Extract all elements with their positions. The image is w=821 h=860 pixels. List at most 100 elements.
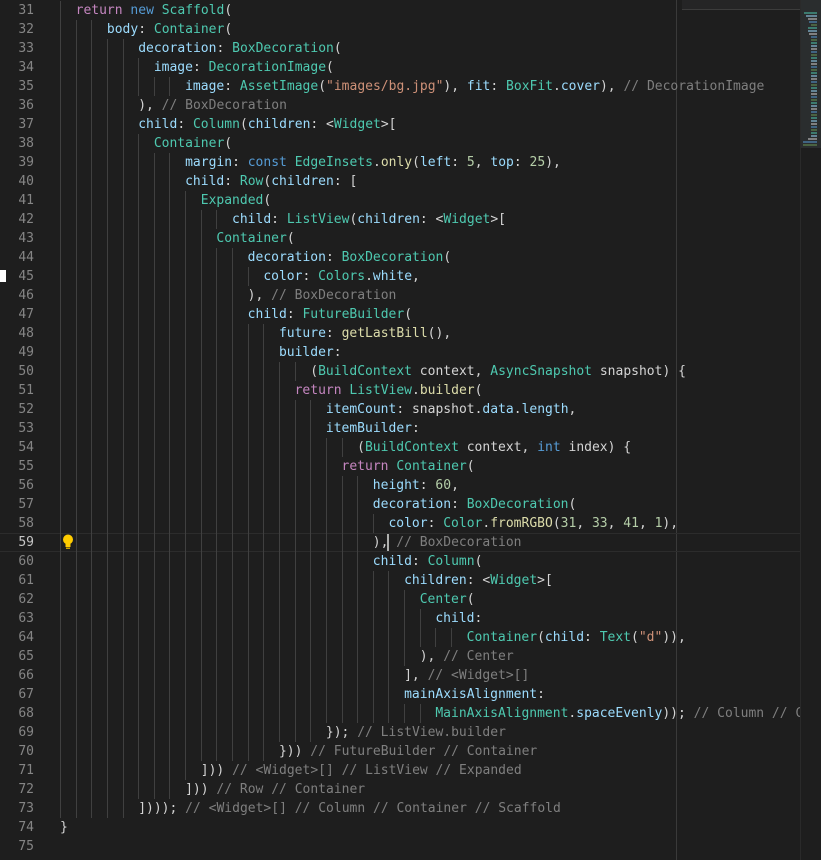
code-text[interactable]: margin: const EdgeInsets.only(left: 5, t… [185,153,561,172]
code-text[interactable]: ], // <Widget>[] [404,666,529,685]
code-line[interactable]: 38 Container( [0,134,800,153]
code-line[interactable]: 72])) // Row // Container [0,780,800,799]
code-text[interactable]: decoration: BoxDecoration( [373,495,577,514]
code-text[interactable]: return ListView.builder( [295,381,483,400]
code-text[interactable]: child: FutureBuilder( [248,305,412,324]
code-line[interactable]: 46), // BoxDecoration [0,286,800,305]
code-line[interactable]: 70})) // FutureBuilder // Container [0,742,800,761]
code-text[interactable]: body: Container( [107,20,232,39]
code-line[interactable]: 45 color: Colors.white, [0,267,800,286]
code-text[interactable]: (BuildContext context, int index) { [357,438,631,457]
code-text[interactable]: child: Column(children: <Widget>[ [138,115,396,134]
code-line[interactable]: 37 child: Column(children: <Widget>[ [0,115,800,134]
code-text[interactable]: Container(child: Text("d")), [467,628,686,647]
code-text[interactable]: ])) // Row // Container [185,780,365,799]
code-text[interactable]: color: Colors.white, [263,267,420,286]
code-line[interactable]: 50 (BuildContext context, AsyncSnapshot s… [0,362,800,381]
code-text[interactable]: ), // BoxDecoration [138,96,287,115]
indent-guide [138,229,140,248]
code-text[interactable]: image: AssetImage("images/bg.jpg"), fit:… [185,77,764,96]
code-text[interactable]: ), // BoxDecoration [373,533,522,552]
indent-guide [122,362,124,381]
code-text[interactable]: height: 60, [373,476,459,495]
code-token: itemBuilder [325,421,412,436]
indent-guide [310,628,312,647]
code-text[interactable]: child: [435,609,482,628]
code-line[interactable]: 52 itemCount: snapshot.data.length, [0,400,800,419]
code-line[interactable]: 74} [0,818,800,837]
code-text[interactable]: Container( [154,134,232,153]
code-text[interactable]: ]))); // <Widget>[] // Column // Contain… [138,799,561,818]
code-line[interactable]: 54 (BuildContext context, int index) { [0,438,800,457]
code-text[interactable]: return new Scaffold( [76,1,233,20]
code-line[interactable]: 62 Center( [0,590,800,609]
code-token: : [513,155,530,170]
code-text[interactable]: decoration: BoxDecoration( [248,248,452,267]
code-text[interactable]: builder: [279,343,342,362]
code-text[interactable]: future: getLastBill(), [279,324,451,343]
code-text[interactable]: ), // Center [420,647,514,666]
code-text[interactable]: MainAxisAlignment.spaceEvenly)); // Colu… [435,704,800,723]
code-text[interactable]: children: <Widget>[ [404,571,553,590]
code-line[interactable]: 53 itemBuilder: [0,419,800,438]
code-text[interactable]: return Container( [342,457,475,476]
code-line[interactable]: 41 Expanded( [0,191,800,210]
code-line[interactable]: 42 child: ListView(children: <Widget>[ [0,210,800,229]
code-line[interactable]: 61 children: <Widget>[ [0,571,800,590]
code-text[interactable]: (BuildContext context, AsyncSnapshot sna… [310,362,686,381]
code-text[interactable]: image: DecorationImage( [154,58,334,77]
code-line[interactable]: 47 child: FutureBuilder( [0,305,800,324]
code-text[interactable]: child: Row(children: [ [185,172,357,191]
code-token: getLastBill [341,326,428,341]
code-line[interactable]: 64 Container(child: Text("d")), [0,628,800,647]
code-text[interactable]: ])) // <Widget>[] // ListView // Expande… [201,761,522,780]
code-text[interactable]: }); // ListView.builder [326,723,506,742]
code-line[interactable]: 59), // BoxDecoration [0,533,800,552]
code-line[interactable]: 58 color: Color.fromRGBO(31, 33, 41, 1), [0,514,800,533]
code-line[interactable]: 49 builder: [0,343,800,362]
code-text[interactable]: Container( [216,229,294,248]
code-line[interactable]: 43 Container( [0,229,800,248]
code-line[interactable]: 40 child: Row(children: [ [0,172,800,191]
code-line[interactable]: 32 body: Container( [0,20,800,39]
code-editor[interactable]: 31 return new Scaffold(32 body: Container(… [0,0,800,860]
code-line[interactable]: 57 decoration: BoxDecoration( [0,495,800,514]
code-text[interactable]: } [60,818,68,837]
code-line[interactable]: 75 [0,837,800,856]
code-line[interactable]: 51 return ListView.builder( [0,381,800,400]
code-text[interactable]: decoration: BoxDecoration( [138,39,342,58]
code-line[interactable]: 31 return new Scaffold( [0,1,800,20]
code-line[interactable]: 35 image: AssetImage("images/bg.jpg"), fi… [0,77,800,96]
code-line[interactable]: 60 child: Column( [0,552,800,571]
lightbulb-icon[interactable] [62,534,74,550]
code-line[interactable]: 66], // <Widget>[] [0,666,800,685]
code-text[interactable]: })) // FutureBuilder // Container [279,742,537,761]
code-line[interactable]: 71])) // <Widget>[] // ListView // Expan… [0,761,800,780]
indent-guide [122,191,124,210]
code-line[interactable]: 36), // BoxDecoration [0,96,800,115]
minimap[interactable] [800,0,821,860]
code-text[interactable]: Expanded( [201,191,271,210]
code-line[interactable]: 68 MainAxisAlignment.spaceEvenly)); // Co… [0,704,800,723]
code-line[interactable]: 73]))); // <Widget>[] // Column // Conta… [0,799,800,818]
code-line[interactable]: 67 mainAxisAlignment: [0,685,800,704]
code-text[interactable]: Center( [420,590,475,609]
code-line[interactable]: 63 child: [0,609,800,628]
code-line[interactable]: 69}); // ListView.builder [0,723,800,742]
code-line[interactable]: 44 decoration: BoxDecoration( [0,248,800,267]
code-line[interactable]: 39 margin: const EdgeInsets.only(left: 5,… [0,153,800,172]
code-line[interactable]: 55 return Container( [0,457,800,476]
code-text[interactable]: color: Color.fromRGBO(31, 33, 41, 1), [388,514,678,533]
indent-guide [153,191,155,210]
code-line[interactable]: 56 height: 60, [0,476,800,495]
code-text[interactable]: itemCount: snapshot.data.length, [326,400,576,419]
code-line[interactable]: 48 future: getLastBill(), [0,324,800,343]
code-line[interactable]: 33 decoration: BoxDecoration( [0,39,800,58]
code-text[interactable]: itemBuilder: [326,419,420,438]
code-line[interactable]: 65), // Center [0,647,800,666]
code-text[interactable]: ), // BoxDecoration [248,286,397,305]
code-text[interactable]: child: Column( [373,552,483,571]
code-line[interactable]: 34 image: DecorationImage( [0,58,800,77]
code-text[interactable]: mainAxisAlignment: [404,685,545,704]
code-text[interactable]: child: ListView(children: <Widget>[ [232,210,506,229]
